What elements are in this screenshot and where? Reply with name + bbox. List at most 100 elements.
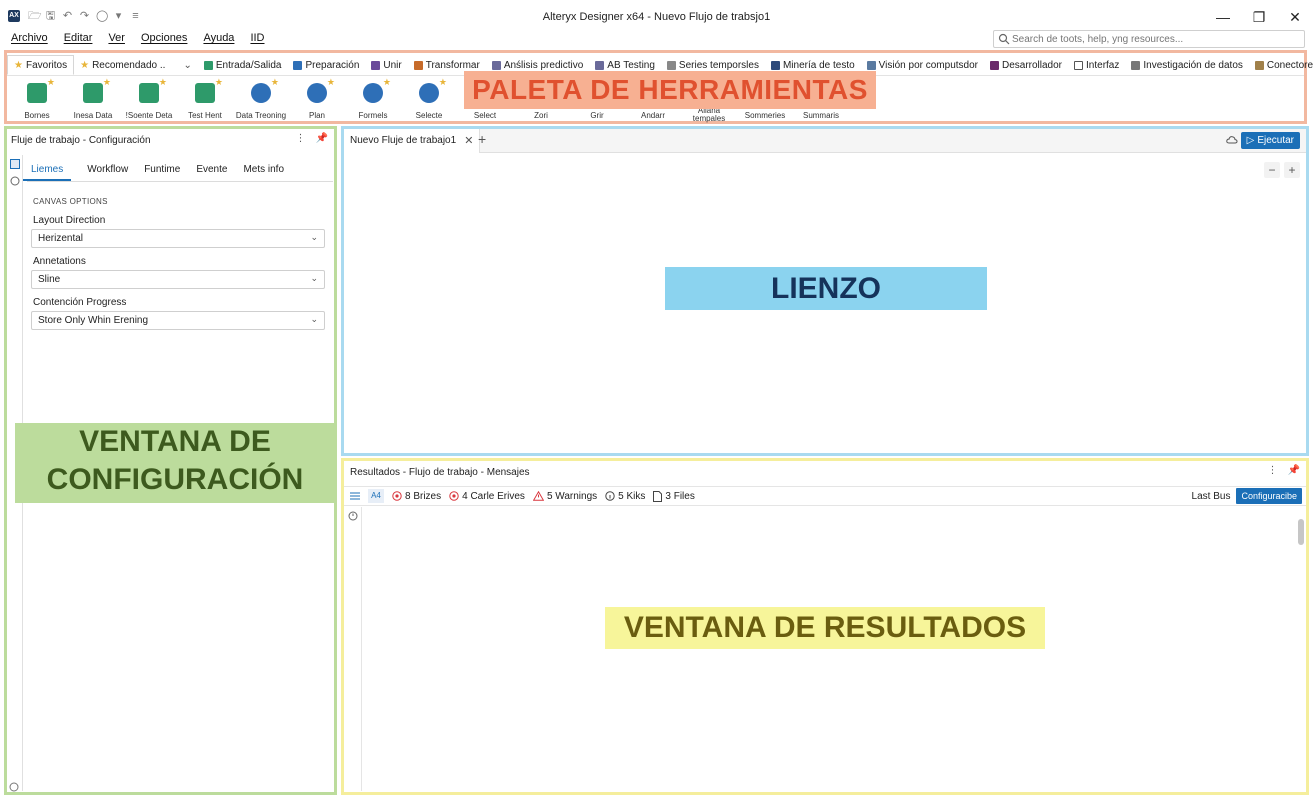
chevron-down-icon: ⌄	[310, 232, 318, 242]
tool-item[interactable]: ★ Selecte	[401, 77, 457, 123]
filter-files[interactable]: 3 Files	[653, 490, 695, 502]
transform-icon	[413, 60, 423, 70]
minimize-button[interactable]: —	[1209, 6, 1237, 28]
menu-archivo[interactable]: Archivo	[11, 32, 48, 48]
tab-investigacion-de-datos[interactable]: Investigación de datos	[1125, 55, 1249, 75]
config-title: Fluje de trabajo - Configuración	[11, 135, 151, 146]
chevron-down-icon: ⌄	[310, 314, 318, 324]
star-icon: ★	[382, 77, 391, 87]
select-icon: ★	[419, 77, 447, 103]
search-box[interactable]	[993, 30, 1305, 48]
menu-iid[interactable]: IID	[250, 32, 264, 48]
workflow-tab-label: Nuevo Fluje de trabajo1	[350, 135, 457, 146]
tab-recomendado[interactable]: ★ Recomendado .. ⌄	[74, 55, 198, 75]
history-icon[interactable]	[10, 176, 20, 186]
filter-errors[interactable]: 8 Brizes	[392, 491, 441, 502]
title-bar: AX 🗁 🖫 ↶ ↷ ◯ ▾ ≡ Alteryx Designer x64 - …	[0, 0, 1313, 34]
workflow-icon[interactable]	[10, 159, 20, 169]
config-tab-divider	[27, 181, 333, 182]
file-icon	[653, 490, 663, 502]
tool-item[interactable]: ★ Bornes	[9, 77, 65, 123]
preparation-icon	[293, 60, 303, 70]
interface-icon	[1074, 60, 1084, 70]
filter-conversion-errors[interactable]: 4 Carle Erives	[449, 491, 525, 502]
tool-item[interactable]: ★ !Soente Deta	[121, 77, 177, 123]
annotations-select[interactable]: Sline ⌄	[31, 270, 325, 289]
layout-direction-select[interactable]: Herizental ⌄	[31, 229, 325, 248]
history-icon[interactable]	[348, 511, 358, 521]
config-tabs: Liemes Workflow Funtime Evente Mets info	[23, 159, 300, 181]
workflow-tab[interactable]: Nuevo Fluje de trabajo1 ✕	[344, 129, 481, 153]
info-icon	[605, 491, 615, 501]
tool-item[interactable]: ★ Test Hent	[177, 77, 233, 123]
filter-icon: ★	[307, 77, 335, 103]
tab-conectores[interactable]: Conectores	[1249, 55, 1313, 75]
tab-entrada-salida[interactable]: Entrada/Salida	[198, 55, 288, 75]
config-overlay-label: VENTANA DE CONFIGURACIÓN	[15, 423, 335, 503]
filter-info[interactable]: 5 Kiks	[605, 491, 645, 502]
pin-icon[interactable]: 📌	[1288, 465, 1300, 476]
tab-evente[interactable]: Evente	[196, 159, 227, 181]
tool-item[interactable]: ★ Data Treoning	[233, 77, 289, 123]
tab-desarrollador[interactable]: Desarrollador	[984, 55, 1068, 75]
menu-opciones[interactable]: Opciones	[141, 32, 187, 48]
new-tab-button[interactable]: +	[478, 131, 486, 147]
zoom-in-button[interactable]: +	[1284, 162, 1300, 178]
tool-item[interactable]: ★ Inesa Data	[65, 77, 121, 123]
tab-unir[interactable]: Unir	[365, 55, 407, 75]
star-icon: ★	[214, 77, 223, 87]
cloud-icon[interactable]	[1226, 134, 1238, 146]
configuration-button[interactable]: Configuracibe	[1236, 488, 1302, 504]
formula-icon: ★	[363, 77, 391, 103]
last-run-label[interactable]: Last Bus	[1192, 491, 1231, 502]
close-button[interactable]: ✕	[1281, 6, 1309, 28]
help-icon[interactable]	[9, 782, 19, 792]
tab-workflow[interactable]: Workflow	[87, 159, 128, 181]
layout-direction-label: Layout Direction	[33, 215, 106, 226]
tab-vision-por-computador[interactable]: Visión por computsdor	[861, 55, 984, 75]
menu-editar[interactable]: Editar	[64, 32, 93, 48]
more-options-icon[interactable]: ⋮	[1268, 465, 1278, 476]
ab-testing-icon	[595, 60, 605, 70]
filter-warnings[interactable]: 5 Warnings	[532, 491, 597, 502]
pin-icon[interactable]: 📌	[316, 133, 328, 144]
restore-button[interactable]: ❐	[1245, 6, 1273, 28]
canvas-panel: Nuevo Fluje de trabajo1 ✕ + ▷ Ejecutar −…	[341, 126, 1309, 456]
zoom-out-button[interactable]: −	[1264, 162, 1280, 178]
chevron-down-icon[interactable]: ⌄	[183, 60, 191, 71]
list-icon[interactable]	[348, 491, 362, 501]
tab-mets-info[interactable]: Mets info	[243, 159, 284, 181]
menu-ver[interactable]: Ver	[108, 32, 125, 48]
tab-preparacion[interactable]: Preparación	[287, 55, 365, 75]
tab-interfaz[interactable]: Interfaz	[1068, 55, 1125, 75]
tab-liemes[interactable]: Liemes	[23, 159, 72, 181]
input-output-icon	[203, 60, 213, 70]
tool-item[interactable]: ★ Formels	[345, 77, 401, 123]
computer-vision-icon	[866, 60, 876, 70]
font-size-toggle[interactable]: A4	[368, 489, 384, 503]
star-icon: ★	[80, 59, 90, 71]
data-cleansing-icon: ★	[251, 77, 279, 103]
time-series-icon	[666, 60, 676, 70]
tab-favoritos[interactable]: ★ Favoritos	[7, 55, 75, 75]
results-side-rail	[344, 507, 362, 791]
canvas-options-heading: CANVAS OPTIONS	[33, 197, 108, 206]
menu-ayuda[interactable]: Ayuda	[203, 32, 234, 48]
palette-overlay-label: PALETA DE HERRAMIENTAS	[464, 71, 876, 109]
star-icon: ★	[46, 77, 55, 87]
run-button[interactable]: ▷ Ejecutar	[1240, 132, 1300, 149]
connection-progress-select[interactable]: Store Only Whin Erening ⌄	[31, 311, 325, 330]
results-scrollbar[interactable]	[1298, 519, 1304, 789]
book-icon: ★	[83, 77, 111, 103]
error-icon	[392, 491, 402, 501]
more-options-icon[interactable]: ⋮	[296, 133, 306, 144]
tool-item[interactable]: ★ Plan	[289, 77, 345, 123]
tool-palette: ★ Favoritos ★ Recomendado .. ⌄ Entrada/Sali…	[4, 50, 1313, 124]
close-icon[interactable]: ✕	[464, 130, 473, 152]
results-toolbar: A4 8 Brizes 4 Carle Erives 5 Warnings 5 …	[344, 486, 1306, 506]
search-input[interactable]	[1012, 32, 1300, 46]
tab-funtime[interactable]: Funtime	[144, 159, 180, 181]
scrollbar-thumb[interactable]	[1298, 519, 1304, 545]
zoom-controls: − +	[1264, 162, 1300, 178]
results-toolbar-right: Last Bus Configuracibe	[1192, 488, 1302, 504]
